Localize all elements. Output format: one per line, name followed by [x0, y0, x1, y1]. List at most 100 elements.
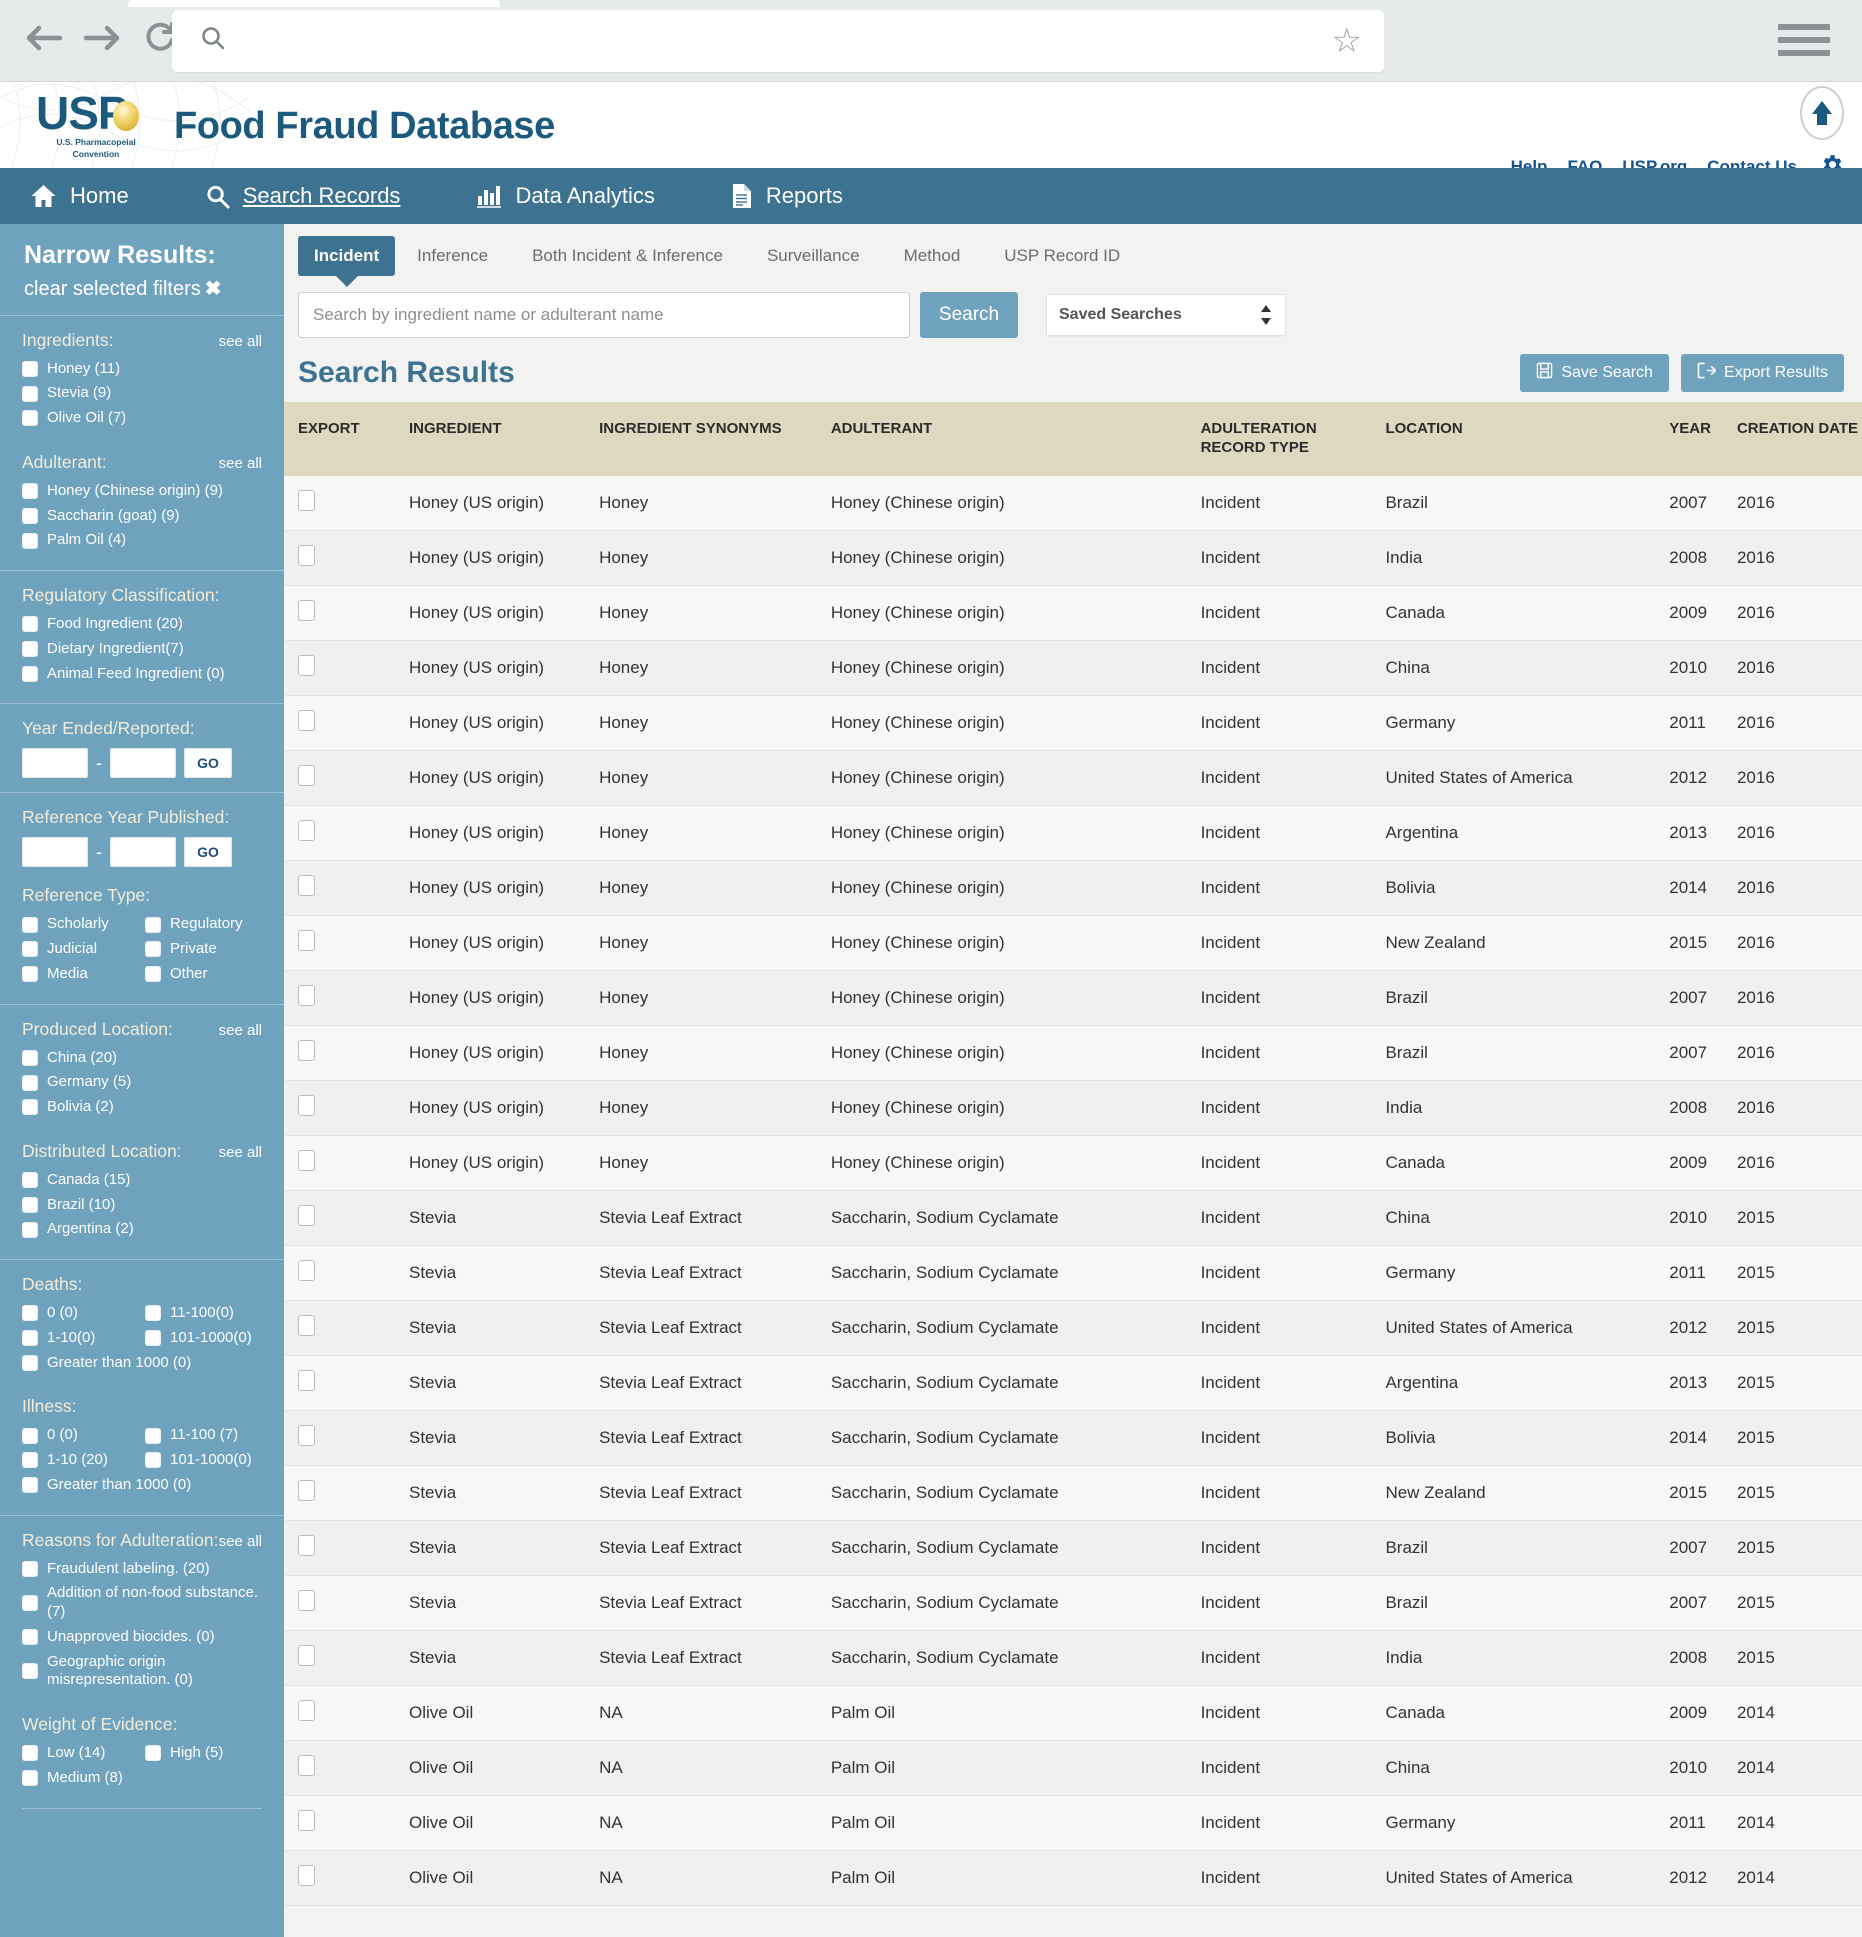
see-all-reasons-link[interactable]: see all [219, 1533, 262, 1550]
reference-year-to-input[interactable] [110, 837, 176, 868]
tab-method[interactable]: Method [882, 236, 983, 276]
checkbox-icon[interactable] [22, 1452, 38, 1469]
header-link-contact-us[interactable]: Contact Us [1707, 157, 1797, 168]
filter-option[interactable]: Low (14) [22, 1744, 139, 1763]
table-row[interactable]: Honey (US origin) Honey Honey (Chinese ori… [284, 860, 1862, 916]
see-all-adulterant-link[interactable]: see all [219, 455, 262, 472]
row-checkbox[interactable] [298, 544, 315, 566]
checkbox-icon[interactable] [145, 916, 161, 933]
filter-option[interactable]: Fraudulent labeling. (20) [22, 1560, 262, 1579]
checkbox-icon[interactable] [22, 1305, 38, 1322]
filter-option[interactable]: Palm Oil (4) [22, 531, 262, 550]
table-row[interactable]: Stevia Stevia Leaf Extract Saccharin, Sodi… [284, 1245, 1862, 1301]
checkbox-icon[interactable] [22, 665, 38, 682]
column-header-adulterant[interactable]: ADULTERANT [830, 402, 1201, 476]
table-row[interactable]: Honey (US origin) Honey Honey (Chinese ori… [284, 530, 1862, 586]
filter-option[interactable]: 101-1000(0) [145, 1329, 262, 1348]
table-row[interactable]: Honey (US origin) Honey Honey (Chinese ori… [284, 805, 1862, 861]
browser-tab[interactable] [128, 0, 500, 7]
checkbox-icon[interactable] [22, 1221, 38, 1238]
filter-option[interactable]: Unapproved biocides. (0) [22, 1628, 262, 1647]
filter-option[interactable]: Media [22, 965, 139, 984]
row-checkbox[interactable] [298, 1754, 315, 1776]
see-all-produced-location-link[interactable]: see all [219, 1022, 262, 1039]
row-checkbox[interactable] [298, 874, 315, 896]
table-row[interactable]: Honey (US origin) Honey Honey (Chinese ori… [284, 640, 1862, 696]
row-checkbox[interactable] [298, 1644, 315, 1666]
clear-selected-filters-button[interactable]: clear selected filters ✖ [24, 276, 260, 301]
filter-option[interactable]: Greater than 1000 (0) [22, 1476, 262, 1495]
checkbox-icon[interactable] [22, 616, 38, 633]
filter-option[interactable]: 0 (0) [22, 1304, 139, 1323]
saved-searches-select[interactable]: Saved Searches [1046, 294, 1286, 336]
row-checkbox[interactable] [298, 764, 315, 786]
nav-item-data-analytics[interactable]: Data Analytics [476, 183, 688, 209]
checkbox-icon[interactable] [145, 1745, 161, 1762]
row-checkbox[interactable] [298, 1369, 315, 1391]
filter-option[interactable]: 0 (0) [22, 1426, 139, 1445]
filter-option[interactable]: Private [145, 940, 262, 959]
row-checkbox[interactable] [298, 1039, 315, 1061]
checkbox-icon[interactable] [22, 1099, 38, 1116]
checkbox-icon[interactable] [22, 1427, 38, 1444]
table-row[interactable]: Stevia Stevia Leaf Extract Saccharin, Sodi… [284, 1520, 1862, 1576]
filter-option[interactable]: Greater than 1000 (0) [22, 1354, 262, 1373]
filter-option[interactable]: Animal Feed Ingredient (0) [22, 665, 262, 684]
filter-option[interactable]: Stevia (9) [22, 384, 262, 403]
filter-option[interactable]: 11-100 (7) [145, 1426, 262, 1445]
row-checkbox[interactable] [298, 1479, 315, 1501]
checkbox-icon[interactable] [22, 1049, 38, 1066]
year-ended-to-input[interactable] [110, 748, 176, 779]
filter-option[interactable]: 101-1000(0) [145, 1451, 262, 1470]
filter-option[interactable]: Geographic origin misrepresentation. (0) [22, 1653, 262, 1691]
table-row[interactable]: Stevia Stevia Leaf Extract Saccharin, Sodi… [284, 1630, 1862, 1686]
row-checkbox[interactable] [298, 1424, 315, 1446]
checkbox-icon[interactable] [145, 1305, 161, 1322]
header-link-usp-org[interactable]: USP.org [1622, 157, 1687, 168]
nav-item-search-records[interactable]: Search Records [205, 183, 435, 209]
search-input[interactable] [298, 292, 910, 338]
column-header-creation-date[interactable]: CREATION DATE [1736, 402, 1862, 476]
checkbox-icon[interactable] [22, 532, 38, 549]
header-link-faq[interactable]: FAQ [1567, 157, 1602, 168]
year-ended-from-input[interactable] [22, 748, 88, 779]
checkbox-icon[interactable] [22, 1330, 38, 1347]
table-row[interactable]: Stevia Stevia Leaf Extract Saccharin, Sodi… [284, 1410, 1862, 1466]
save-search-button[interactable]: Save Search [1520, 354, 1669, 392]
filter-option[interactable]: Brazil (10) [22, 1196, 262, 1215]
checkbox-icon[interactable] [22, 1172, 38, 1189]
gear-icon[interactable] [1819, 152, 1844, 168]
table-row[interactable]: Olive Oil NA Palm Oil Incident Canada 2009 201… [284, 1685, 1862, 1741]
search-button[interactable]: Search [920, 292, 1018, 338]
checkbox-icon[interactable] [22, 1770, 38, 1787]
table-row[interactable]: Honey (US origin) Honey Honey (Chinese ori… [284, 750, 1862, 806]
up-arrow-badge-icon[interactable] [1800, 86, 1844, 140]
table-row[interactable]: Stevia Stevia Leaf Extract Saccharin, Sodi… [284, 1355, 1862, 1411]
row-checkbox[interactable] [298, 1534, 315, 1556]
table-row[interactable]: Honey (US origin) Honey Honey (Chinese ori… [284, 695, 1862, 751]
tab-both-incident-and-inference[interactable]: Both Incident & Inference [510, 236, 745, 276]
row-checkbox[interactable] [298, 1864, 315, 1886]
table-row[interactable]: Olive Oil NA Palm Oil Incident Germany 2011 20… [284, 1795, 1862, 1851]
filter-option[interactable]: Canada (15) [22, 1171, 262, 1190]
reference-year-go-button[interactable]: GO [184, 837, 232, 868]
tab-usp-record-id[interactable]: USP Record ID [982, 236, 1142, 276]
filter-option[interactable]: China (20) [22, 1049, 262, 1068]
checkbox-icon[interactable] [145, 966, 161, 983]
header-link-help[interactable]: Help [1511, 157, 1548, 168]
checkbox-icon[interactable] [22, 507, 38, 524]
filter-option[interactable]: Honey (11) [22, 360, 262, 379]
table-row[interactable]: Stevia Stevia Leaf Extract Saccharin, Sodi… [284, 1190, 1862, 1246]
table-row[interactable]: Honey (US origin) Honey Honey (Chinese ori… [284, 1025, 1862, 1081]
checkbox-icon[interactable] [22, 360, 38, 377]
column-header-adulteration-record-type[interactable]: ADULTERATION RECORD TYPE [1200, 402, 1386, 476]
row-checkbox[interactable] [298, 709, 315, 731]
column-header-ingredient[interactable]: INGREDIENT [408, 402, 600, 476]
filter-option[interactable]: Regulatory [145, 915, 262, 934]
filter-option[interactable]: 1-10(0) [22, 1329, 139, 1348]
filter-option[interactable]: Medium (8) [22, 1769, 139, 1788]
row-checkbox[interactable] [298, 819, 315, 841]
column-header-location[interactable]: LOCATION [1385, 402, 1670, 476]
table-row[interactable]: Honey (US origin) Honey Honey (Chinese ori… [284, 585, 1862, 641]
row-checkbox[interactable] [298, 599, 315, 621]
